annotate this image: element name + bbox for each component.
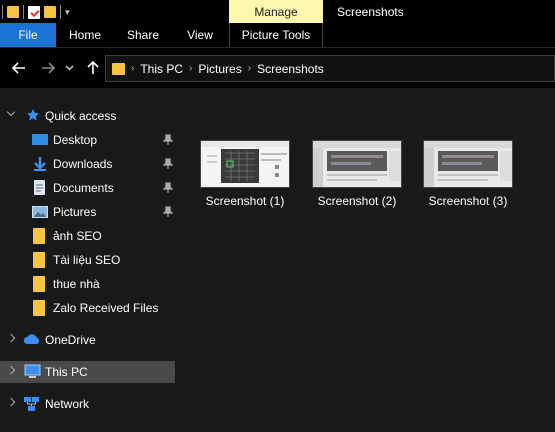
manage-tab[interactable]: Manage [229, 0, 323, 23]
window-title: Screenshots [337, 5, 404, 19]
file-name[interactable]: Screenshot (2) [302, 194, 412, 208]
tab-file[interactable]: File [0, 23, 56, 47]
folder-icon [33, 252, 45, 268]
up-arrow-icon[interactable] [84, 58, 102, 78]
chevron-right-icon[interactable]: › [248, 63, 251, 74]
sidebar-item-label: Network [45, 397, 90, 411]
file-name[interactable]: Screenshot (1) [190, 194, 300, 208]
folder-icon [33, 300, 45, 316]
navigation-bar: › This PC › Pictures › Screenshots [0, 47, 555, 88]
file-thumbnail[interactable] [312, 140, 402, 188]
ribbon-tabs: File Home Share View Picture Tools [0, 23, 555, 47]
folder-icon[interactable] [7, 6, 19, 18]
tab-view[interactable]: View [172, 23, 228, 47]
chevron-right-icon[interactable]: › [131, 63, 134, 74]
star-icon [26, 108, 42, 122]
navigation-pane: Quick access Desktop Downloads Documents [0, 88, 178, 432]
documents-icon [34, 180, 45, 195]
computer-icon [24, 364, 41, 378]
breadcrumb-pictures[interactable]: Pictures [198, 62, 241, 76]
properties-icon[interactable] [28, 5, 40, 19]
cloud-icon [23, 333, 39, 347]
network-icon [23, 396, 39, 411]
sidebar-item-label: Downloads [53, 157, 113, 171]
chevron-right-icon[interactable] [6, 397, 16, 407]
file-name[interactable]: Screenshot (3) [413, 194, 523, 208]
sidebar-item-label: Documents [53, 181, 114, 195]
customize-dropdown-icon[interactable]: ▾ [65, 7, 70, 18]
forward-arrow-icon[interactable] [39, 58, 57, 78]
sidebar-item-tai-lieu-seo[interactable]: Tài liệu SEO [0, 249, 175, 271]
sidebar-item-label: This PC [45, 365, 88, 379]
toolbar-divider [60, 5, 61, 19]
file-thumbnail[interactable] [200, 140, 290, 188]
sidebar-item-network[interactable]: Network [0, 393, 175, 415]
sidebar-item-label: Tài liệu SEO [53, 253, 121, 267]
breadcrumb-this-pc[interactable]: This PC [140, 62, 183, 76]
sidebar-item-label: Pictures [53, 205, 97, 219]
sidebar-item-documents[interactable]: Documents [0, 177, 175, 199]
tab-picture-tools[interactable]: Picture Tools [229, 23, 323, 47]
pin-icon[interactable] [162, 182, 174, 194]
chevron-right-icon[interactable]: › [189, 63, 192, 74]
toolbar-divider [2, 5, 3, 19]
desktop-icon [32, 134, 48, 145]
sidebar-item-quick-access[interactable]: Quick access [0, 105, 175, 127]
chevron-right-icon[interactable] [6, 365, 16, 375]
toolbar-divider [23, 5, 24, 19]
sidebar-item-thue-nha[interactable]: thue nhà [0, 273, 175, 295]
address-bar[interactable]: › This PC › Pictures › Screenshots [105, 55, 555, 82]
chevron-right-icon[interactable] [6, 333, 16, 343]
pin-icon[interactable] [162, 158, 174, 170]
sidebar-item-downloads[interactable]: Downloads [0, 153, 175, 175]
sidebar-item-zalo-received-files[interactable]: Zalo Received Files [0, 297, 175, 319]
tab-share[interactable]: Share [114, 23, 172, 47]
breadcrumb-screenshots[interactable]: Screenshots [257, 62, 324, 76]
sidebar-item-label: OneDrive [45, 333, 96, 347]
file-list: Screenshot (1) Screenshot (2) Screenshot… [178, 88, 555, 432]
recent-dropdown-icon[interactable] [63, 58, 75, 78]
pictures-icon [32, 206, 48, 218]
pin-icon[interactable] [162, 206, 174, 218]
sidebar-item-label: ảnh SEO [53, 229, 102, 243]
quick-access-toolbar: ▾ [2, 2, 70, 22]
pin-icon[interactable] [162, 134, 174, 146]
tab-home[interactable]: Home [56, 23, 114, 47]
file-thumbnail[interactable] [423, 140, 513, 188]
sidebar-item-label: Zalo Received Files [53, 301, 159, 315]
folder-icon [33, 228, 45, 244]
back-arrow-icon[interactable] [10, 58, 28, 78]
folder-icon [33, 276, 45, 292]
chevron-down-icon[interactable] [6, 107, 16, 117]
sidebar-item-label: Desktop [53, 133, 98, 147]
sidebar-item-this-pc[interactable]: This PC [0, 361, 175, 383]
folder-icon [112, 62, 125, 75]
sidebar-item-desktop[interactable]: Desktop [0, 129, 175, 151]
sidebar-item-label: thue nhà [53, 277, 100, 291]
downloads-icon [32, 156, 48, 171]
sidebar-item-label: Quick access [45, 109, 117, 123]
title-bar: ▾ Manage Screenshots [0, 0, 555, 23]
sidebar-item-onedrive[interactable]: OneDrive [0, 329, 175, 351]
new-folder-icon[interactable] [44, 6, 56, 18]
sidebar-item-anh-seo[interactable]: ảnh SEO [0, 225, 175, 247]
sidebar-item-pictures[interactable]: Pictures [0, 201, 175, 223]
